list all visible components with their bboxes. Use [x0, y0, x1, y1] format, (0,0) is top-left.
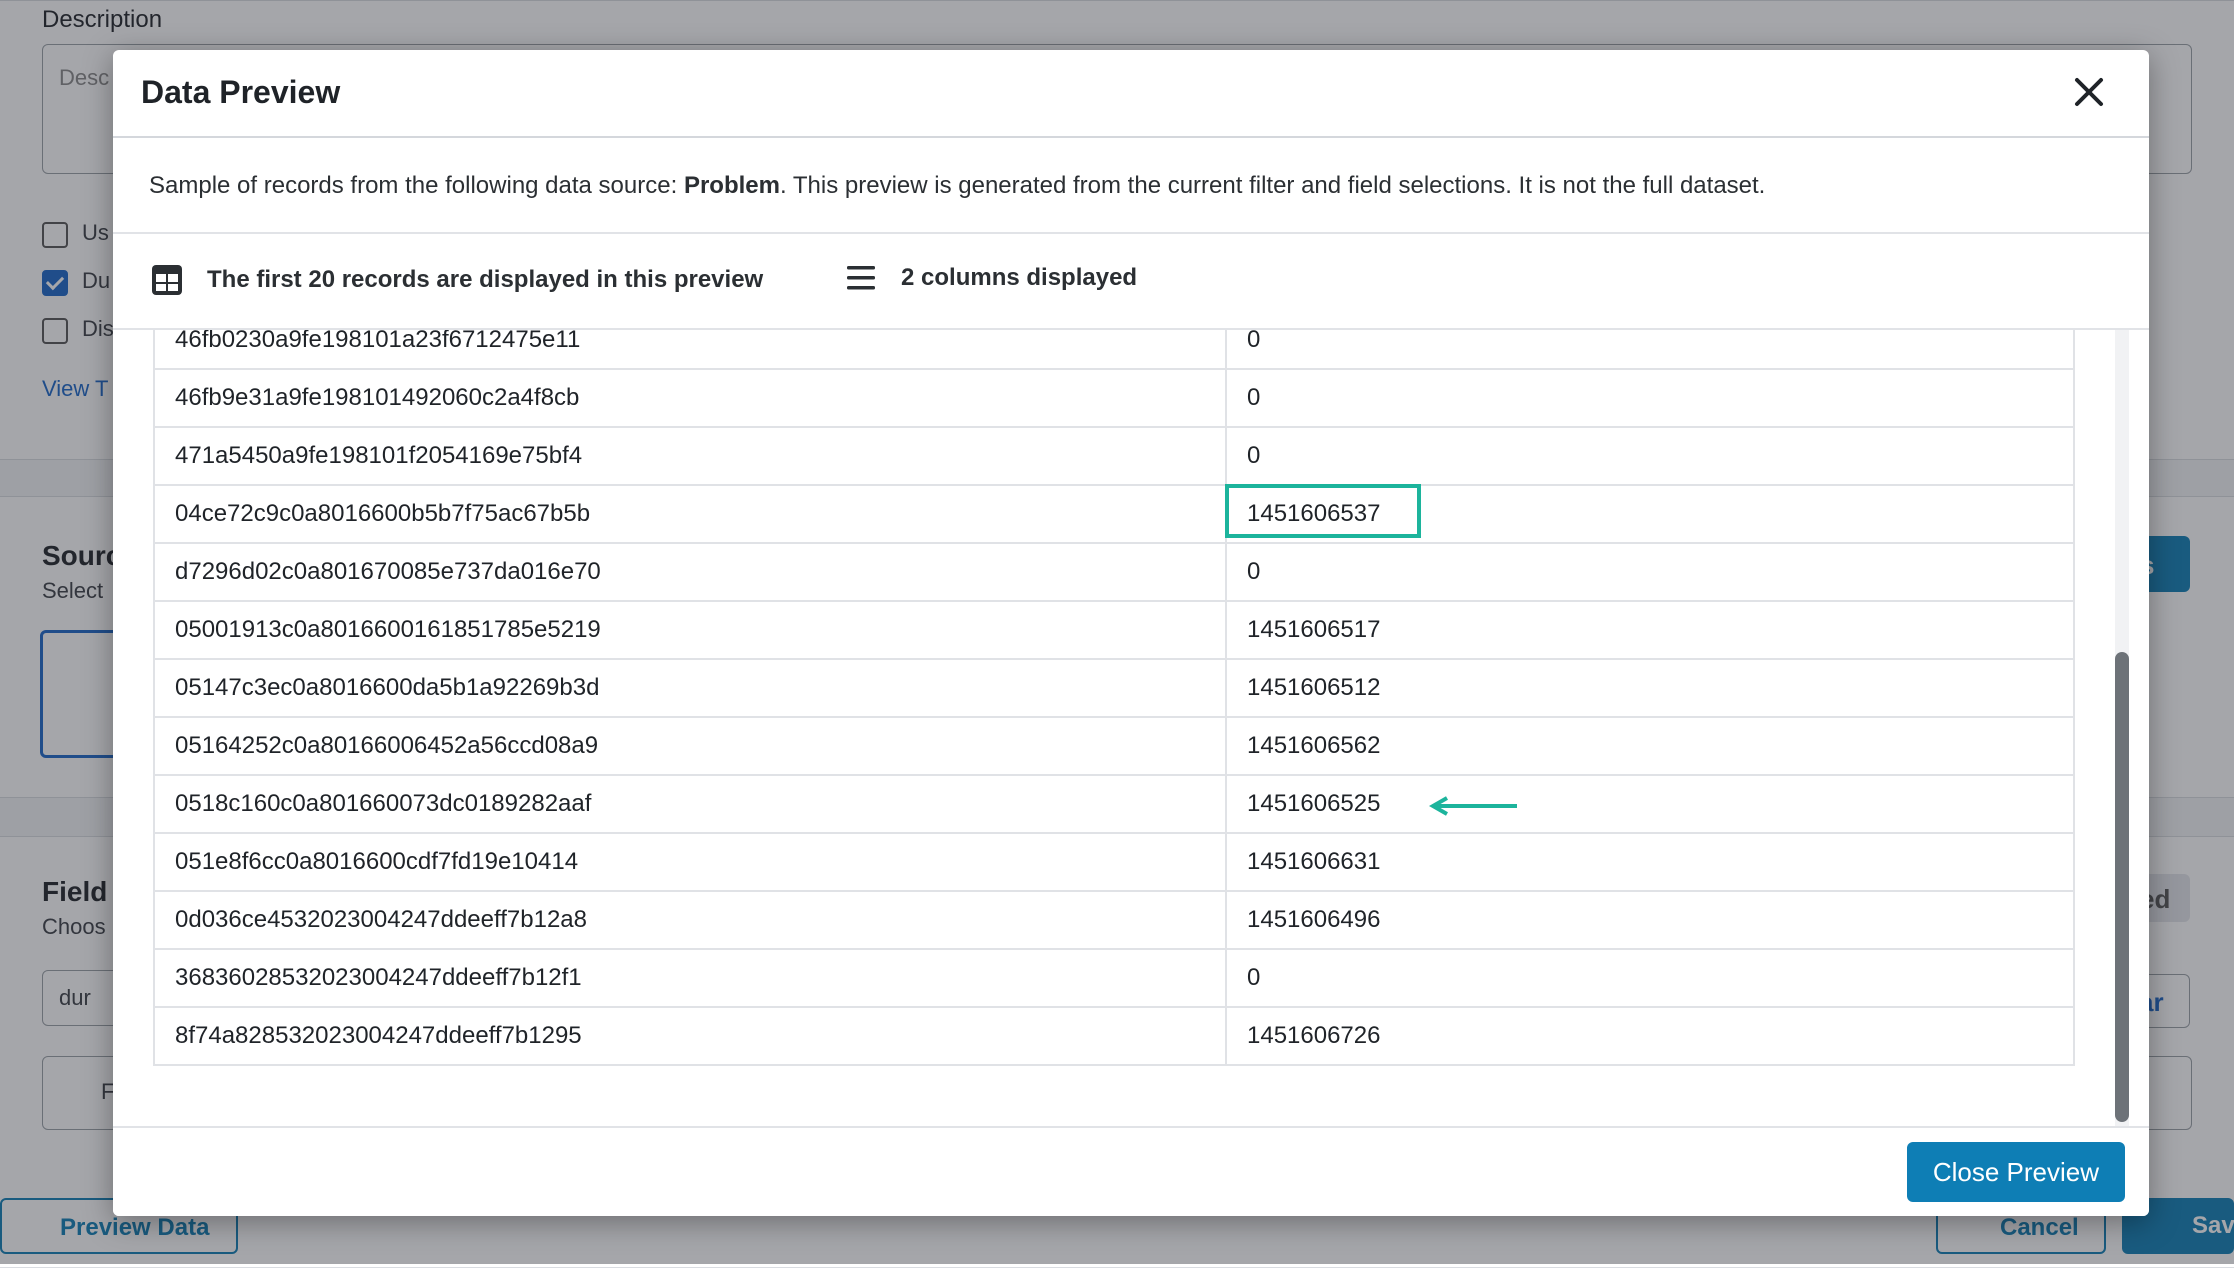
preview-info-bar: The first 20 records are displayed in th…: [113, 234, 2149, 330]
close-modal-button[interactable]: [2069, 72, 2109, 112]
description-prefix: Sample of records from the following dat…: [149, 172, 684, 199]
duration-cell: 1451606537: [1225, 484, 2075, 544]
record-id-cell: 46fb0230a9fe198101a23f6712475e11: [153, 330, 1227, 370]
duration-cell: 1451606517: [1225, 600, 2075, 660]
description-text: Sample of records from the following dat…: [149, 172, 1765, 200]
table-row: 05164252c0a80166006452a56ccd08a9 14516065…: [153, 716, 2075, 776]
duration-cell: 1451606726: [1225, 1006, 2075, 1066]
records-info-text: The first 20 records are displayed in th…: [207, 266, 764, 293]
data-preview-modal: Data Preview Sample of records from the …: [113, 50, 2149, 1216]
record-id-cell: 471a5450a9fe198101f2054169e75bf4: [153, 426, 1227, 486]
table-row: 0d036ce4532023004247ddeeff7b12a8 14516064…: [153, 890, 2075, 950]
duration-cell: 1451606496: [1225, 890, 2075, 950]
duration-cell: 1451606512: [1225, 658, 2075, 718]
duration-cell: 0: [1225, 948, 2075, 1008]
modal-footer: Close Preview: [113, 1126, 2149, 1216]
table-scrollbar[interactable]: [2115, 330, 2129, 1130]
duration-cell: 1451606631: [1225, 832, 2075, 892]
modal-header: Data Preview: [113, 50, 2149, 138]
record-id-cell: 36836028532023004247ddeeff7b12f1: [153, 948, 1227, 1008]
record-id-cell: 05001913c0a8016600161851785e5219: [153, 600, 1227, 660]
table-row: 8f74a828532023004247ddeeff7b1295 14516067…: [153, 1006, 2075, 1066]
preview-table: 46fb0230a9fe198101a23f6712475e11 0 46fb9e3…: [153, 330, 2075, 1066]
record-id-cell: 8f74a828532023004247ddeeff7b1295: [153, 1006, 1227, 1066]
modal-description: Sample of records from the following dat…: [113, 138, 2149, 234]
record-id-cell: 0d036ce4532023004247ddeeff7b12a8: [153, 890, 1227, 950]
modal-title: Data Preview: [141, 74, 341, 110]
columns-info-text: 2 columns displayed: [901, 264, 1138, 291]
duration-cell: 1451606525: [1225, 774, 2075, 834]
record-id-cell: 05147c3ec0a8016600da5b1a92269b3d: [153, 658, 1227, 718]
scrollbar-thumb[interactable]: [2115, 652, 2129, 1122]
list-icon: [847, 266, 875, 290]
duration-cell: 0: [1225, 542, 2075, 602]
preview-table-scroll[interactable]: 46fb0230a9fe198101a23f6712475e11 0 46fb9e3…: [113, 330, 2149, 1130]
table-row: 05001913c0a8016600161851785e5219 14516065…: [153, 600, 2075, 660]
highlight-arrow-icon: [1429, 796, 1517, 816]
highlighted-value: 1451606537: [1247, 500, 1381, 527]
record-id-cell: 051e8f6cc0a8016600cdf7fd19e10414: [153, 832, 1227, 892]
record-id-cell: d7296d02c0a801670085e737da016e70: [153, 542, 1227, 602]
table-row: 471a5450a9fe198101f2054169e75bf4 0: [153, 426, 2075, 486]
table-row: 36836028532023004247ddeeff7b12f1 0: [153, 948, 2075, 1008]
records-info: The first 20 records are displayed in th…: [151, 264, 763, 296]
columns-info: 2 columns displayed: [845, 264, 1137, 292]
table-icon: [152, 265, 182, 295]
record-id-cell: 05164252c0a80166006452a56ccd08a9: [153, 716, 1227, 776]
table-row: 46fb0230a9fe198101a23f6712475e11 0: [153, 330, 2075, 370]
table-row: d7296d02c0a801670085e737da016e70 0: [153, 542, 2075, 602]
duration-cell: 0: [1225, 330, 2075, 370]
duration-cell: 0: [1225, 426, 2075, 486]
record-id-cell: 0518c160c0a801660073dc0189282aaf: [153, 774, 1227, 834]
table-row: 0518c160c0a801660073dc0189282aaf 14516065…: [153, 774, 2075, 834]
table-row: 05147c3ec0a8016600da5b1a92269b3d 14516065…: [153, 658, 2075, 718]
table-row: 04ce72c9c0a8016600b5b7f75ac67b5b 14516065…: [153, 484, 2075, 544]
record-id-cell: 46fb9e31a9fe198101492060c2a4f8cb: [153, 368, 1227, 428]
record-id-cell: 04ce72c9c0a8016600b5b7f75ac67b5b: [153, 484, 1227, 544]
description-suffix: . This preview is generated from the cur…: [779, 172, 1766, 199]
duration-cell: 1451606562: [1225, 716, 2075, 776]
source-name: Problem: [683, 172, 780, 199]
table-row: 051e8f6cc0a8016600cdf7fd19e10414 14516066…: [153, 832, 2075, 892]
close-icon: [2075, 78, 2103, 106]
close-preview-button[interactable]: Close Preview: [1906, 1142, 2125, 1202]
table-row: 46fb9e31a9fe198101492060c2a4f8cb 0: [153, 368, 2075, 428]
duration-cell: 0: [1225, 368, 2075, 428]
